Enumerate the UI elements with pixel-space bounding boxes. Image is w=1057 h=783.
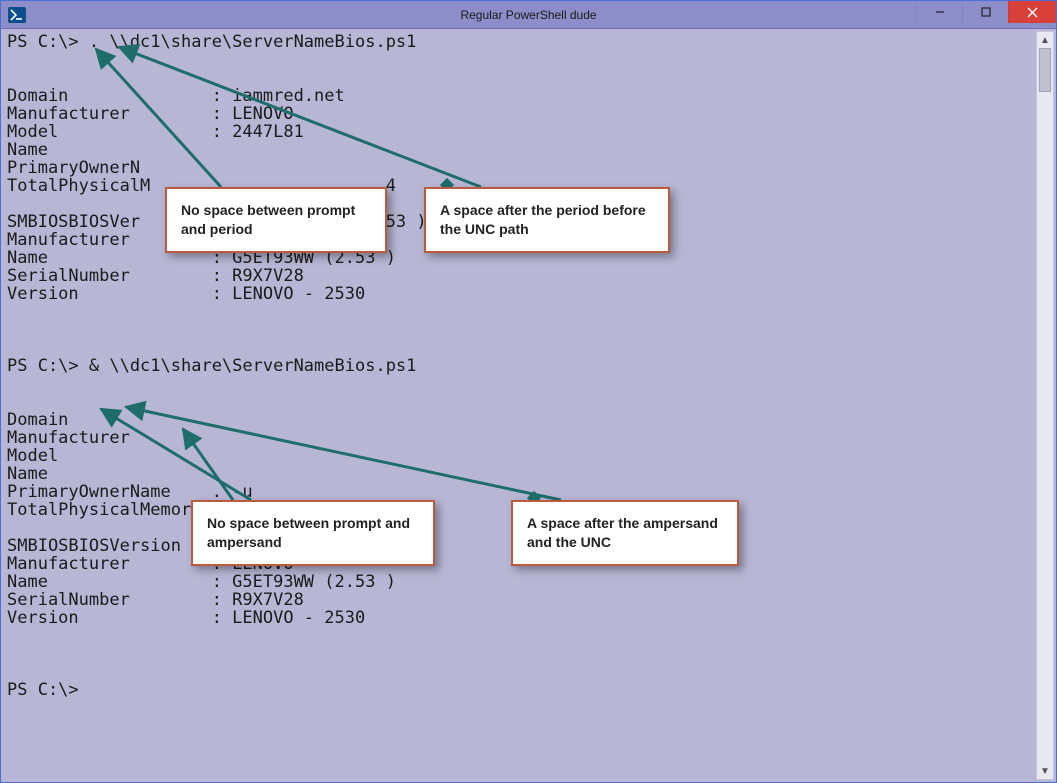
callout-space-after-period: A space after the period before the UNC … [424,187,670,253]
scroll-up-arrow-icon[interactable]: ▲ [1037,32,1053,48]
scroll-down-arrow-icon[interactable]: ▼ [1037,763,1053,779]
callout-space-after-ampersand: A space after the ampersand and the UNC [511,500,739,566]
vertical-scrollbar[interactable]: ▲ ▼ [1036,31,1054,780]
callout-no-space-period: No space between prompt and period [165,187,387,253]
minimize-button[interactable] [916,1,962,23]
scroll-thumb[interactable] [1039,48,1051,92]
console-client-area[interactable]: PS C:\> . \\dc1\share\ServerNameBios.ps1… [1,29,1056,782]
close-button[interactable] [1008,1,1056,23]
maximize-button[interactable] [962,1,1008,23]
window-controls [916,1,1056,23]
powershell-icon [5,4,29,26]
callout-no-space-ampersand: No space between prompt and ampersand [191,500,435,566]
titlebar[interactable]: Regular PowerShell dude [1,1,1056,29]
powershell-window: Regular PowerShell dude PS C:\> . \\dc1\… [0,0,1057,783]
window-title: Regular PowerShell dude [1,8,1056,22]
console-output: PS C:\> . \\dc1\share\ServerNameBios.ps1… [7,33,1034,778]
